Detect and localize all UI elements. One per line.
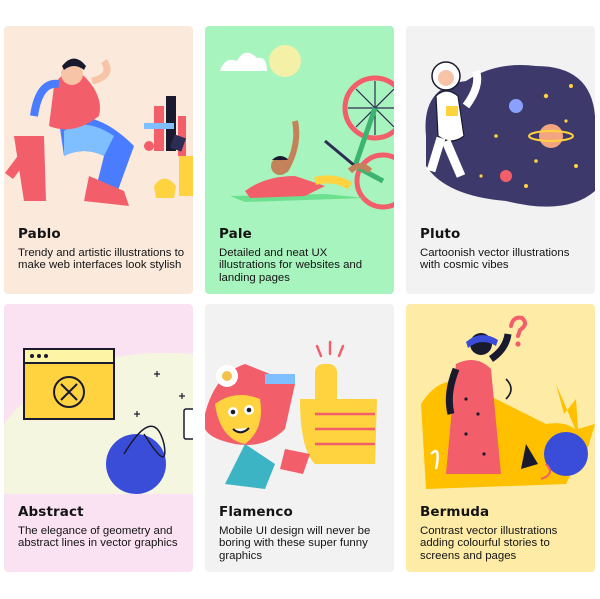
card-description: Detailed and neat UX illustrations for w… xyxy=(219,247,363,284)
bermuda-illustration xyxy=(421,315,595,489)
flamenco-illustration xyxy=(205,340,377,489)
card-flamenco[interactable]: Flamenco Mobile UI design will never be … xyxy=(205,304,394,572)
card-bermuda[interactable]: Bermuda Contrast vector illustrations ad… xyxy=(406,304,595,572)
card-pale[interactable]: Pale Detailed and neat UX illustrations … xyxy=(205,26,394,294)
pablo-illustration xyxy=(5,58,193,206)
card-pablo[interactable]: Pablo Trendy and artistic illustrations … xyxy=(4,26,193,294)
card-description: Contrast vector illustrations adding col… xyxy=(420,525,558,562)
card-title: Bermuda xyxy=(420,504,490,520)
card-description: Mobile UI design will never be boring wi… xyxy=(219,525,371,562)
card-description: The elegance of geometry and abstract li… xyxy=(18,525,178,550)
card-title: Pablo xyxy=(18,226,61,242)
card-title: Pluto xyxy=(420,226,461,242)
card-description: Trendy and artistic illustrations to mak… xyxy=(18,247,185,272)
card-title: Pale xyxy=(219,226,252,242)
illustration-style-grid: Pablo Trendy and artistic illustrations … xyxy=(0,21,600,581)
abstract-illustration xyxy=(4,348,193,494)
card-description: Cartoonish vector illustrations with cos… xyxy=(420,247,570,272)
card-title: Flamenco xyxy=(219,504,293,520)
card-title: Abstract xyxy=(18,504,84,520)
card-pluto[interactable]: Pluto Cartoonish vector illustrations wi… xyxy=(406,26,595,294)
pale-illustration xyxy=(220,45,394,210)
pluto-illustration xyxy=(425,61,595,207)
card-abstract[interactable]: Abstract The elegance of geometry and ab… xyxy=(4,304,193,572)
